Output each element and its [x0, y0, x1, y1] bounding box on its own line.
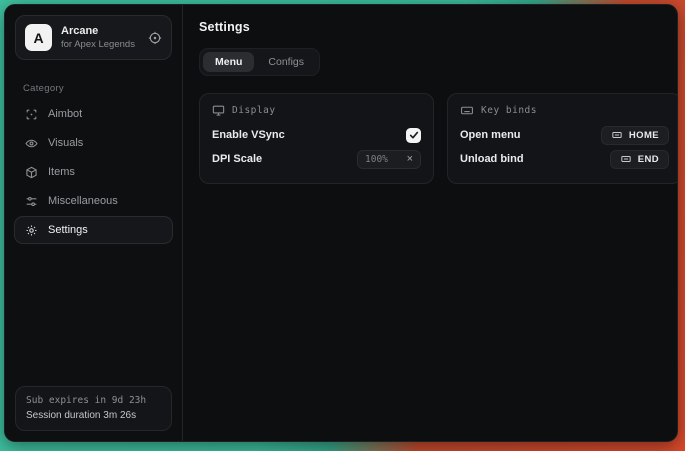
- open-menu-label: Open menu: [460, 129, 521, 141]
- keybinds-card: Key binds Open menu HOME Unload bin: [447, 93, 678, 184]
- dpi-row: DPI Scale 100% ×: [212, 147, 421, 171]
- monitor-icon: [212, 104, 225, 117]
- tab-menu[interactable]: Menu: [203, 52, 254, 72]
- sidebar-nav: Aimbot Visuals Items: [5, 100, 182, 244]
- box-icon: [25, 166, 38, 179]
- dpi-scale-input[interactable]: 100% ×: [357, 150, 421, 169]
- clear-icon[interactable]: ×: [407, 154, 413, 165]
- display-card-header: Display: [212, 104, 421, 117]
- tab-bar: Menu Configs: [199, 48, 320, 76]
- sidebar-item-settings[interactable]: Settings: [14, 216, 173, 244]
- sidebar-spacer: [5, 244, 182, 376]
- page-title: Settings: [199, 20, 678, 34]
- profile-text: Arcane for Apex Legends: [61, 25, 135, 50]
- sidebar-item-miscellaneous[interactable]: Miscellaneous: [14, 187, 173, 215]
- open-menu-row: Open menu HOME: [460, 123, 669, 147]
- keybind-value: HOME: [629, 130, 659, 141]
- app-window: A Arcane for Apex Legends Category: [4, 4, 678, 442]
- app-logo: A: [25, 24, 52, 51]
- app-name: Arcane: [61, 25, 135, 37]
- sidebar-item-label: Settings: [48, 224, 88, 236]
- sidebar-item-label: Visuals: [48, 137, 83, 149]
- keyboard-icon: [611, 130, 623, 140]
- sidebar-item-aimbot[interactable]: Aimbot: [14, 100, 173, 128]
- display-card: Display Enable VSync DPI Scale 100% ×: [199, 93, 434, 184]
- sidebar-item-visuals[interactable]: Visuals: [14, 129, 173, 157]
- unload-keybind[interactable]: END: [610, 150, 669, 169]
- vsync-checkbox[interactable]: [406, 128, 421, 143]
- keybinds-card-title: Key binds: [481, 105, 537, 116]
- keybind-value: END: [638, 154, 659, 165]
- session-duration-text: Session duration 3m 26s: [26, 410, 161, 421]
- vsync-row: Enable VSync: [212, 123, 421, 147]
- keyboard-icon: [460, 104, 474, 117]
- gear-icon: [25, 224, 38, 237]
- sidebar-item-label: Aimbot: [48, 108, 82, 120]
- unload-bind-label: Unload bind: [460, 153, 524, 165]
- display-card-title: Display: [232, 105, 276, 116]
- sidebar: A Arcane for Apex Legends Category: [5, 5, 183, 441]
- sidebar-item-label: Miscellaneous: [48, 195, 118, 207]
- sidebar-item-items[interactable]: Items: [14, 158, 173, 186]
- keybinds-card-header: Key binds: [460, 104, 669, 117]
- sub-expiry-text: Sub expires in 9d 23h: [26, 395, 161, 406]
- dpi-value: 100%: [365, 154, 388, 165]
- profile-card[interactable]: A Arcane for Apex Legends: [15, 15, 172, 60]
- keyboard-icon: [620, 154, 632, 164]
- eye-icon: [25, 137, 38, 150]
- settings-cards: Display Enable VSync DPI Scale 100% ×: [199, 93, 678, 184]
- sidebar-item-label: Items: [48, 166, 75, 178]
- unload-bind-row: Unload bind END: [460, 147, 669, 171]
- subscription-panel: Sub expires in 9d 23h Session duration 3…: [15, 386, 172, 431]
- vsync-label: Enable VSync: [212, 129, 285, 141]
- target-icon[interactable]: [148, 31, 162, 45]
- category-label: Category: [23, 83, 164, 94]
- sliders-icon: [25, 195, 38, 208]
- tab-configs[interactable]: Configs: [256, 52, 316, 72]
- open-menu-keybind[interactable]: HOME: [601, 126, 669, 145]
- dpi-label: DPI Scale: [212, 153, 262, 165]
- crosshair-icon: [25, 108, 38, 121]
- main-content: Settings Menu Configs Display: [183, 5, 678, 441]
- app-subtitle: for Apex Legends: [61, 39, 135, 50]
